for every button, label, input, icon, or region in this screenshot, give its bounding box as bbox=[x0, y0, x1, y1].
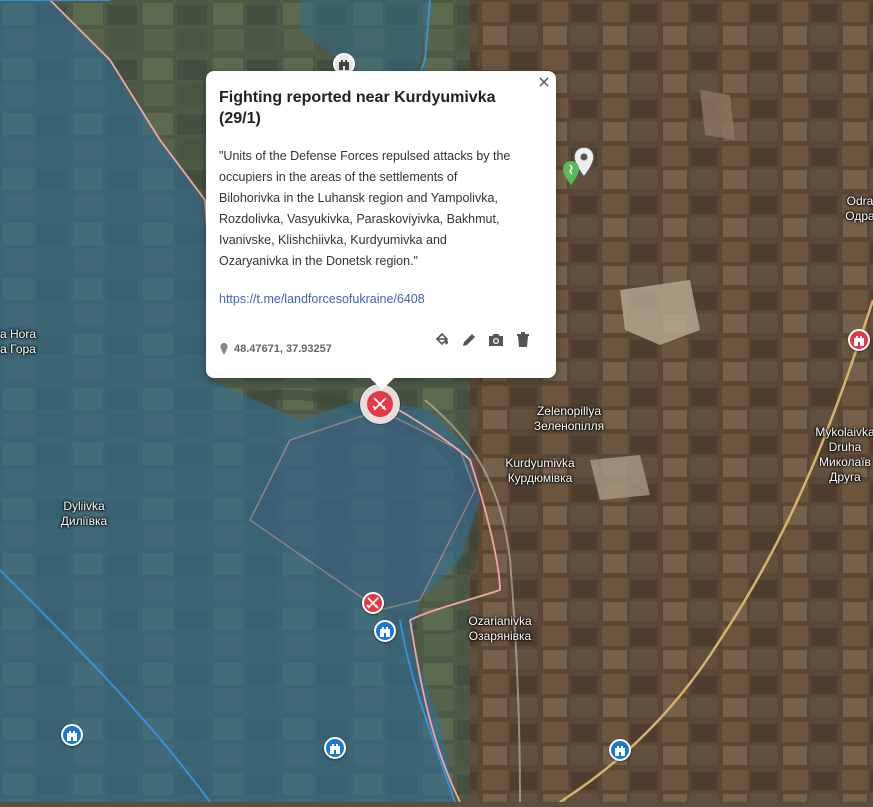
fort-icon[interactable] bbox=[374, 620, 396, 642]
place-label-dyliivka: Dyliivka Диліївка bbox=[60, 499, 108, 528]
paint-bucket-icon[interactable] bbox=[433, 331, 451, 349]
fort-icon[interactable] bbox=[609, 739, 631, 761]
place-label-odra: Odra Одра bbox=[845, 194, 873, 223]
fort-icon[interactable] bbox=[848, 329, 870, 351]
place-label-mykolaivka: Mykolaivka Druha Миколаїв Друга bbox=[815, 425, 873, 484]
place-label-ozarianivka: Ozarianivka Озарянівка bbox=[468, 614, 532, 643]
popup-title: Fighting reported near Kurdyumivka (29/1… bbox=[219, 89, 496, 127]
fort-icon[interactable] bbox=[324, 737, 346, 759]
popup-toolbar bbox=[433, 331, 532, 349]
trash-icon[interactable] bbox=[514, 331, 532, 349]
battle-icon[interactable] bbox=[362, 592, 384, 614]
pin-icon bbox=[220, 343, 228, 355]
place-label-zelenopillya: Zelenopillya Зеленопілля bbox=[533, 404, 605, 433]
fort-icon[interactable] bbox=[61, 724, 83, 746]
place-label-kurdyumivka: Kurdyumivka Курдюмівка bbox=[505, 456, 575, 485]
hiker-icon[interactable] bbox=[561, 160, 581, 186]
popup-description: "Units of the Defense Forces repulsed at… bbox=[219, 149, 511, 268]
coordinates-text: 48.47671, 37.93257 bbox=[234, 343, 332, 355]
close-icon[interactable] bbox=[537, 75, 551, 89]
popup-coordinates: 48.47671, 37.93257 bbox=[220, 343, 332, 355]
battle-icon-selected[interactable] bbox=[360, 384, 400, 424]
info-popup: Fighting reported near Kurdyumivka (29/1… bbox=[206, 71, 556, 390]
pencil-icon[interactable] bbox=[460, 331, 478, 349]
camera-icon[interactable] bbox=[487, 331, 505, 349]
place-label-hora: a Hora а Гора bbox=[0, 327, 37, 356]
popup-source-link[interactable]: https://t.me/landforcesofukraine/6408 bbox=[219, 292, 543, 306]
